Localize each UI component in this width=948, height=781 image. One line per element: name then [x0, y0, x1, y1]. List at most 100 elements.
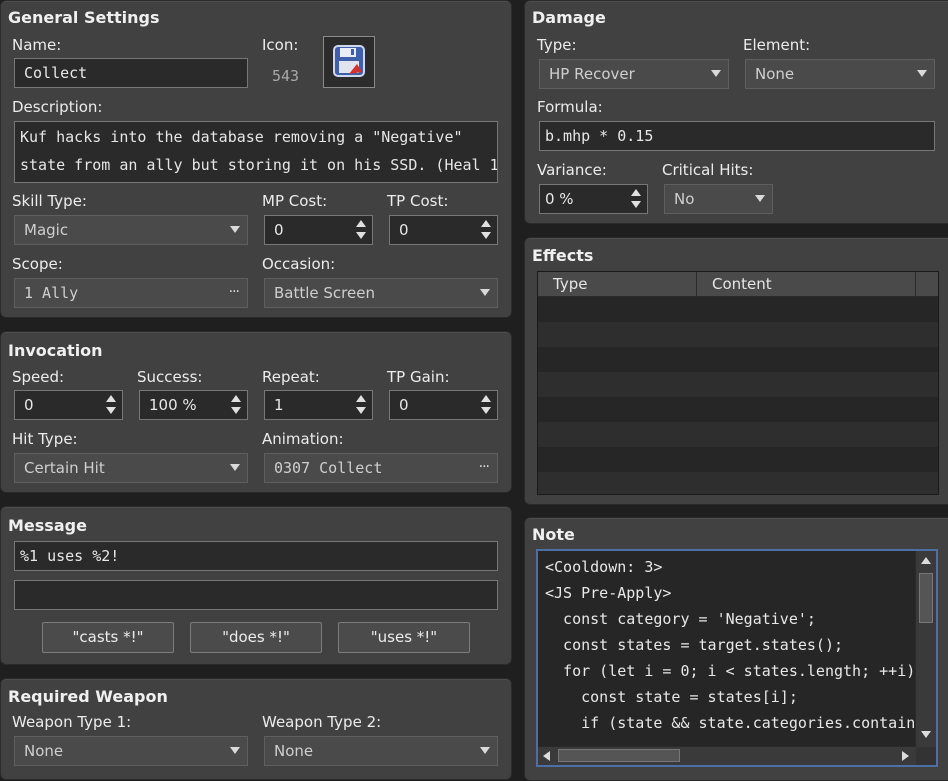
general-settings-title: General Settings	[8, 8, 160, 27]
chevron-down-icon	[480, 289, 490, 296]
note-textarea[interactable]: <Cooldown: 3> <JS Pre-Apply> const categ…	[536, 549, 938, 767]
hit-type-label: Hit Type:	[12, 430, 78, 448]
effects-panel: Effects Type Content	[524, 237, 948, 505]
floppy-disk-icon	[332, 44, 366, 78]
mp-cost-label: MP Cost:	[262, 192, 328, 210]
chevron-down-icon	[755, 195, 765, 202]
weapon-type-2-select[interactable]: None	[264, 736, 498, 766]
weapon-type-1-select[interactable]: None	[14, 736, 248, 766]
message-panel: Message %1 uses %2! "casts *!" "does *!"…	[0, 506, 512, 665]
message-line-1-field[interactable]: %1 uses %2!	[14, 541, 498, 571]
column-header-content[interactable]: Content	[698, 272, 916, 296]
scroll-left-arrow-icon[interactable]	[543, 751, 550, 761]
icon-label: Icon:	[262, 36, 299, 54]
scroll-right-arrow-icon[interactable]	[902, 751, 909, 761]
description-label: Description:	[12, 98, 103, 116]
note-line-6: const state = states[i];	[545, 688, 798, 706]
spinner-arrows-icon[interactable]	[356, 394, 366, 416]
general-settings-panel: General Settings Name: Collect Icon: 543…	[0, 0, 512, 318]
variance-spinner[interactable]: 0 %	[539, 184, 648, 214]
invocation-title: Invocation	[8, 341, 103, 360]
animation-value: 0307 Collect	[274, 459, 383, 477]
skill-type-select[interactable]: Magic	[14, 215, 248, 245]
horizontal-scroll-thumb[interactable]	[558, 749, 680, 762]
chevron-down-icon	[230, 747, 240, 754]
critical-hits-label: Critical Hits:	[662, 161, 754, 179]
invocation-panel: Invocation Speed: 0 Success: 100 % Repea…	[0, 331, 512, 493]
note-line-5: for (let i = 0; i < states.length; ++i)	[545, 662, 916, 680]
occasion-value: Battle Screen	[274, 284, 375, 302]
damage-type-select[interactable]: HP Recover	[539, 59, 729, 89]
message-line-2-field[interactable]	[14, 580, 498, 610]
critical-hits-value: No	[674, 190, 695, 208]
damage-panel: Damage Type: HP Recover Element: None Fo…	[524, 0, 948, 224]
chevron-down-icon	[230, 226, 240, 233]
skill-type-value: Magic	[24, 221, 69, 239]
name-field[interactable]: Collect	[14, 58, 248, 88]
name-label: Name:	[12, 36, 62, 54]
animation-picker[interactable]: 0307 Collect ···	[264, 453, 498, 483]
element-value: None	[755, 65, 795, 83]
effects-table-header: Type Content	[538, 272, 938, 297]
hit-type-select[interactable]: Certain Hit	[14, 453, 248, 483]
ellipsis-icon: ···	[228, 284, 240, 300]
tp-cost-value: 0	[399, 221, 409, 239]
note-vertical-scrollbar[interactable]	[915, 551, 936, 747]
speed-label: Speed:	[12, 368, 65, 386]
success-value: 100 %	[149, 396, 197, 414]
occasion-label: Occasion:	[262, 255, 336, 273]
message-title: Message	[8, 516, 87, 535]
column-header-type[interactable]: Type	[538, 272, 697, 296]
tp-cost-spinner[interactable]: 0	[389, 215, 498, 245]
weapon-type-1-label: Weapon Type 1:	[12, 713, 132, 731]
mp-cost-value: 0	[274, 221, 284, 239]
icon-picker-button[interactable]	[323, 36, 375, 88]
uses-template-button[interactable]: "uses *!"	[338, 622, 470, 653]
spinner-arrows-icon[interactable]	[231, 394, 241, 416]
success-spinner[interactable]: 100 %	[139, 390, 248, 420]
effects-table[interactable]: Type Content	[537, 271, 939, 495]
note-line-1: <Cooldown: 3>	[545, 558, 663, 576]
speed-spinner[interactable]: 0	[14, 390, 123, 420]
speed-value: 0	[24, 396, 34, 414]
scope-value: 1 Ally	[24, 284, 79, 302]
weapon-type-2-value: None	[274, 742, 314, 760]
chevron-down-icon	[480, 747, 490, 754]
spinner-arrows-icon[interactable]	[106, 394, 116, 416]
message-line-1-value: %1 uses %2!	[20, 547, 120, 565]
note-line-2: <JS Pre-Apply>	[545, 584, 672, 602]
tp-gain-spinner[interactable]: 0	[389, 390, 498, 420]
spinner-arrows-icon[interactable]	[481, 219, 491, 241]
description-field[interactable]: Kuf hacks into the database removing a "…	[14, 121, 498, 183]
effects-table-rows	[538, 297, 938, 494]
scope-label: Scope:	[12, 255, 63, 273]
chevron-down-icon	[230, 464, 240, 471]
required-weapon-panel: Required Weapon Weapon Type 1: None Weap…	[0, 678, 512, 780]
spinner-arrows-icon[interactable]	[356, 219, 366, 241]
spinner-arrows-icon[interactable]	[481, 394, 491, 416]
repeat-spinner[interactable]: 1	[264, 390, 373, 420]
scroll-up-arrow-icon[interactable]	[921, 557, 931, 564]
description-line-1: Kuf hacks into the database removing a "…	[20, 128, 463, 146]
hit-type-value: Certain Hit	[24, 459, 105, 477]
formula-field[interactable]: b.mhp * 0.15	[539, 121, 935, 151]
required-weapon-title: Required Weapon	[8, 687, 168, 706]
weapon-type-2-label: Weapon Type 2:	[262, 713, 382, 731]
casts-template-button[interactable]: "casts *!"	[42, 622, 174, 653]
note-panel: Note <Cooldown: 3> <JS Pre-Apply> const …	[524, 517, 948, 781]
vertical-scroll-thumb[interactable]	[919, 573, 933, 623]
critical-hits-select[interactable]: No	[664, 184, 773, 214]
effects-title: Effects	[532, 246, 594, 265]
spinner-arrows-icon[interactable]	[631, 188, 641, 210]
mp-cost-spinner[interactable]: 0	[264, 215, 373, 245]
element-label: Element:	[743, 36, 811, 54]
repeat-label: Repeat:	[262, 368, 320, 386]
element-select[interactable]: None	[745, 59, 935, 89]
chevron-down-icon	[711, 70, 721, 77]
note-horizontal-scrollbar[interactable]	[538, 746, 916, 765]
does-template-button[interactable]: "does *!"	[190, 622, 322, 653]
scope-picker[interactable]: 1 Ally ···	[14, 278, 248, 308]
occasion-select[interactable]: Battle Screen	[264, 278, 498, 308]
scroll-down-arrow-icon[interactable]	[921, 731, 931, 738]
tp-cost-label: TP Cost:	[387, 192, 449, 210]
